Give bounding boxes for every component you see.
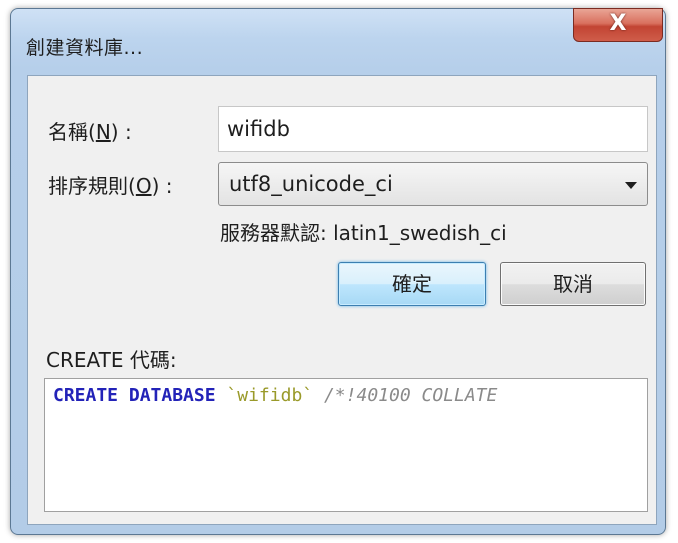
code-keyword-database: DATABASE	[128, 385, 216, 406]
create-code-box[interactable]: CREATE DATABASE `wifidb` /*!40100 COLLAT…	[44, 378, 648, 512]
create-code-label: CREATE 代碼:	[46, 348, 177, 372]
collation-value: utf8_unicode_ci	[229, 172, 393, 196]
server-default-text: 服務器默認: latin1_swedish_ci	[220, 221, 507, 245]
close-button[interactable]: X	[573, 8, 663, 42]
name-label: 名稱(N) :	[48, 120, 132, 144]
chevron-down-icon	[625, 182, 637, 189]
collation-label: 排序規則(O) :	[48, 174, 173, 198]
database-name-input[interactable]: wifidb	[218, 106, 648, 152]
code-comment: /*!40100 COLLATE	[323, 385, 498, 406]
dialog-title: 創建資料庫...	[26, 37, 144, 59]
code-identifier: `wifidb`	[226, 385, 314, 406]
ok-button[interactable]: 確定	[338, 262, 486, 306]
cancel-button[interactable]: 取消	[500, 262, 646, 306]
collation-select[interactable]: utf8_unicode_ci	[218, 162, 648, 206]
close-icon: X	[609, 11, 627, 36]
code-keyword-create: CREATE	[53, 385, 119, 406]
